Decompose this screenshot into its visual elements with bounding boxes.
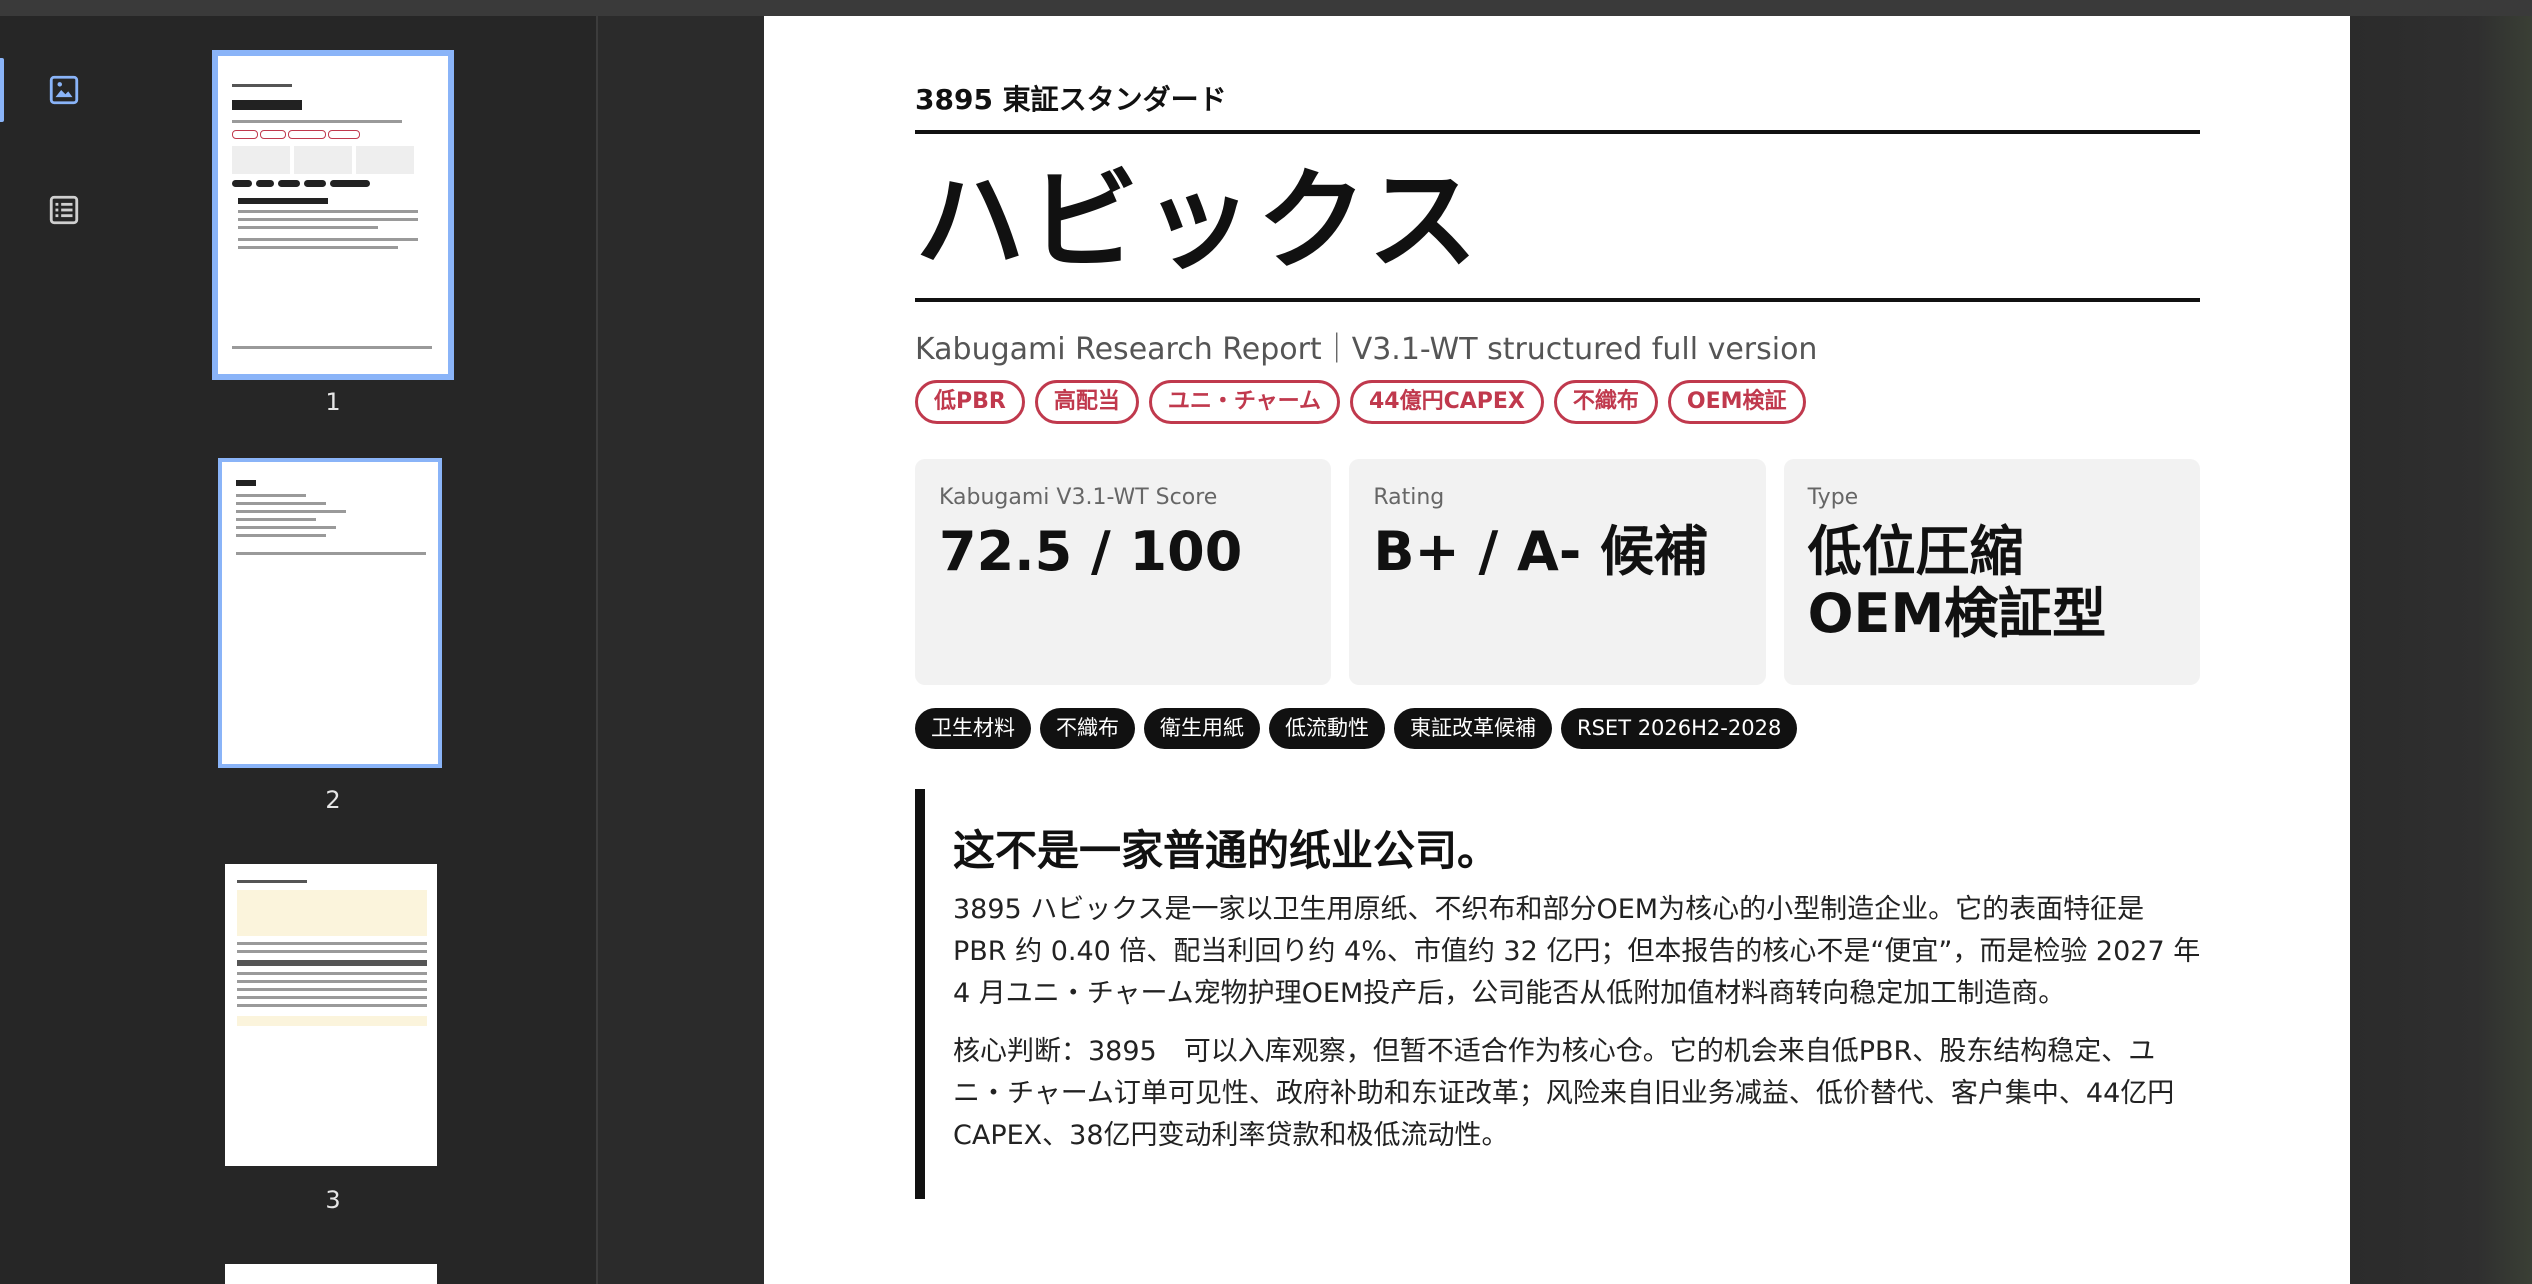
thumbnail-label-3: 3 — [325, 1186, 341, 1214]
page-title: ハビックス — [915, 157, 1482, 285]
list-icon — [49, 195, 79, 225]
summary-paragraph-2: 核心判断：3895 可以入库观察，但暂不适合作为核心仓。它的机会来自低PBR、股… — [953, 1036, 2175, 1151]
divider-mid — [915, 298, 2200, 302]
thumbnail-page-2[interactable] — [218, 458, 442, 768]
thumbnails-view-button[interactable] — [0, 58, 96, 122]
pill-tag: ユニ・チャーム — [1148, 380, 1340, 425]
score-card: Kabugami V3.1-WT Score 72.5 / 100 — [915, 459, 1332, 685]
pill-tag: 低PBR — [915, 380, 1025, 425]
thumbnail-label-2: 2 — [325, 786, 341, 814]
pill-tag: 不織布 — [1553, 380, 1658, 425]
image-icon — [49, 75, 79, 105]
summary-block: 这不是一家普通的纸业公司。 3895 ハビックス是一家以卫生用原纸、不织布和部分… — [915, 789, 2210, 1199]
category-tags: 卫生材料 不織布 衛生用紙 低流動性 東証改革候補 RSET 2026H2-20… — [915, 708, 1798, 750]
summary-heading: 这不是一家普通的纸业公司。 — [953, 826, 1500, 875]
pill-tag: 高配当 — [1034, 380, 1139, 425]
category-tag: 東証改革候補 — [1394, 708, 1552, 750]
summary-cards: Kabugami V3.1-WT Score 72.5 / 100 Rating… — [915, 459, 2200, 685]
card-value-line: B+ / A- 候補 — [1373, 520, 1709, 583]
divider-top — [915, 130, 2200, 134]
window-top-bar — [0, 0, 2532, 16]
category-tag: 不織布 — [1040, 708, 1135, 750]
thumbnail-page-1[interactable] — [212, 50, 454, 380]
keyword-pills: 低PBR 高配当 ユニ・チャーム 44億円CAPEX 不織布 OEM検証 — [915, 380, 1806, 425]
card-label: Kabugami V3.1-WT Score — [939, 485, 1218, 510]
outline-view-button[interactable] — [32, 178, 96, 242]
category-tag: 低流動性 — [1269, 708, 1385, 750]
card-label: Rating — [1373, 485, 1445, 510]
thumbnail-label-1: 1 — [325, 388, 341, 416]
card-value-line: 72.5 / 100 — [939, 520, 1243, 583]
type-card: Type 低位圧縮 OEM検証型 — [1783, 459, 2200, 685]
viewer-right-margin — [2350, 16, 2532, 1284]
card-value: 72.5 / 100 — [939, 520, 1243, 583]
card-value-line: 低位圧縮 — [1807, 520, 2024, 583]
thumbnails-panel: 1 2 3 — [128, 16, 598, 1284]
rating-card: Rating B+ / A- 候補 — [1349, 459, 1766, 685]
card-value: B+ / A- 候補 — [1373, 520, 1709, 583]
card-label: Type — [1807, 485, 1859, 510]
sidebar-rail — [0, 16, 128, 1284]
card-value: 低位圧縮 OEM検証型 — [1807, 520, 2107, 646]
category-tag: 衛生用紙 — [1144, 708, 1260, 750]
thumbnail-page-4[interactable] — [225, 1264, 437, 1284]
stock-code-line: 3895 東証スタンダード — [915, 83, 1227, 116]
pill-tag: 44億円CAPEX — [1349, 380, 1544, 425]
document-page: 3895 東証スタンダード ハビックス Kabugami Research Re… — [764, 16, 2350, 1284]
report-subtitle: Kabugami Research Report｜V3.1-WT structu… — [915, 332, 1818, 367]
thumbnail-page-3[interactable] — [225, 864, 437, 1166]
summary-paragraph-1: 3895 ハビックス是一家以卫生用原纸、不织布和部分OEM为核心的小型制造企业。… — [953, 894, 2201, 1009]
category-tag: 卫生材料 — [915, 708, 1031, 750]
category-tag: RSET 2026H2-2028 — [1561, 708, 1798, 750]
pill-tag: OEM検証 — [1667, 380, 1806, 425]
card-value-line: OEM検証型 — [1807, 582, 2107, 646]
